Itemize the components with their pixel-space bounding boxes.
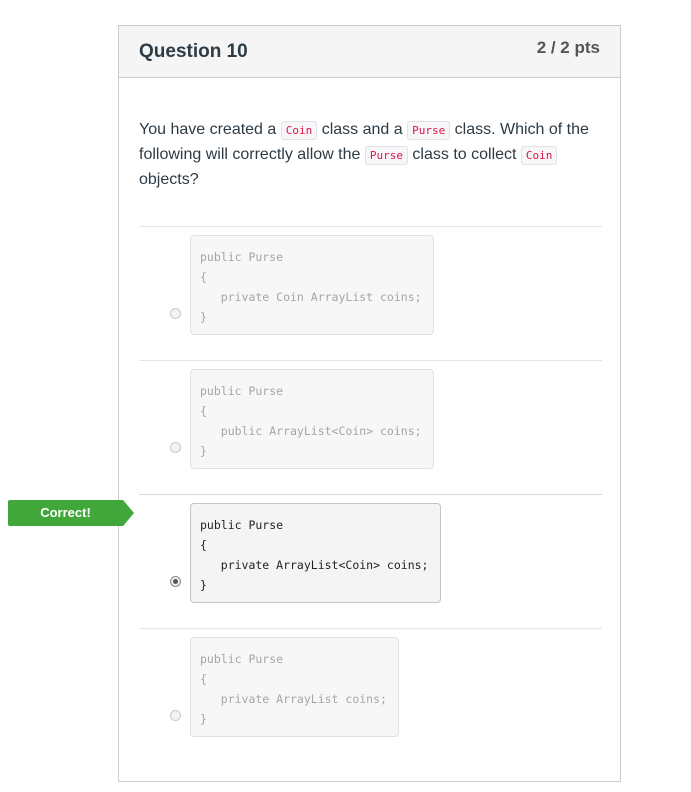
code-line: public Purse	[200, 518, 284, 532]
code-line: {	[200, 538, 207, 552]
correct-label: Correct!	[40, 505, 91, 520]
answer-option-2[interactable]: public Purse { public ArrayList<Coin> co…	[190, 369, 434, 469]
question-header: Question 10 2 / 2 pts	[119, 26, 620, 78]
question-card: Question 10 2 / 2 pts You have created a…	[118, 25, 621, 782]
answer-radio-4[interactable]	[170, 710, 181, 721]
answer-radio-3[interactable]	[170, 576, 181, 587]
answer-divider	[139, 628, 602, 629]
question-points: 2 / 2 pts	[536, 38, 600, 57]
code-line: {	[200, 404, 207, 418]
answer-option-3[interactable]: public Purse { private ArrayList<Coin> c…	[190, 503, 441, 603]
flag-arrow-icon	[123, 500, 134, 526]
code-line: private Coin ArrayList coins;	[200, 290, 422, 304]
code-line: {	[200, 672, 207, 686]
code-line: }	[200, 712, 207, 726]
code-line: private ArrayList<Coin> coins;	[200, 558, 429, 572]
code-line: public Purse	[200, 652, 284, 666]
code-line: }	[200, 578, 207, 592]
answer-divider	[139, 226, 602, 227]
question-text-part: class and a	[317, 121, 408, 138]
code-line: {	[200, 270, 207, 284]
answer-divider	[139, 494, 602, 495]
correct-answer-flag: Correct!	[8, 500, 134, 526]
code-line: private ArrayList coins;	[200, 692, 387, 706]
answer-radio-1[interactable]	[170, 308, 181, 319]
question-text-part: class to collect	[407, 146, 521, 163]
answer-option-1[interactable]: public Purse { private Coin ArrayList co…	[190, 235, 434, 335]
code-line: public Purse	[200, 250, 284, 264]
inline-code-coin: Coin	[520, 146, 558, 165]
question-text-part: You have created a	[139, 121, 281, 138]
code-line: public ArrayList<Coin> coins;	[200, 424, 422, 438]
code-line: }	[200, 444, 207, 458]
answer-divider	[139, 360, 602, 361]
code-line: }	[200, 310, 207, 324]
inline-code-coin: Coin	[280, 121, 318, 140]
answer-radio-2[interactable]	[170, 442, 181, 453]
question-text-part: objects?	[139, 171, 199, 188]
code-line: public Purse	[200, 384, 284, 398]
question-title: Question 10	[139, 41, 248, 62]
inline-code-purse: Purse	[407, 121, 451, 140]
question-text: You have created a Coin class and a Purs…	[139, 118, 601, 192]
inline-code-purse: Purse	[364, 146, 408, 165]
answer-option-4[interactable]: public Purse { private ArrayList coins; …	[190, 637, 399, 737]
